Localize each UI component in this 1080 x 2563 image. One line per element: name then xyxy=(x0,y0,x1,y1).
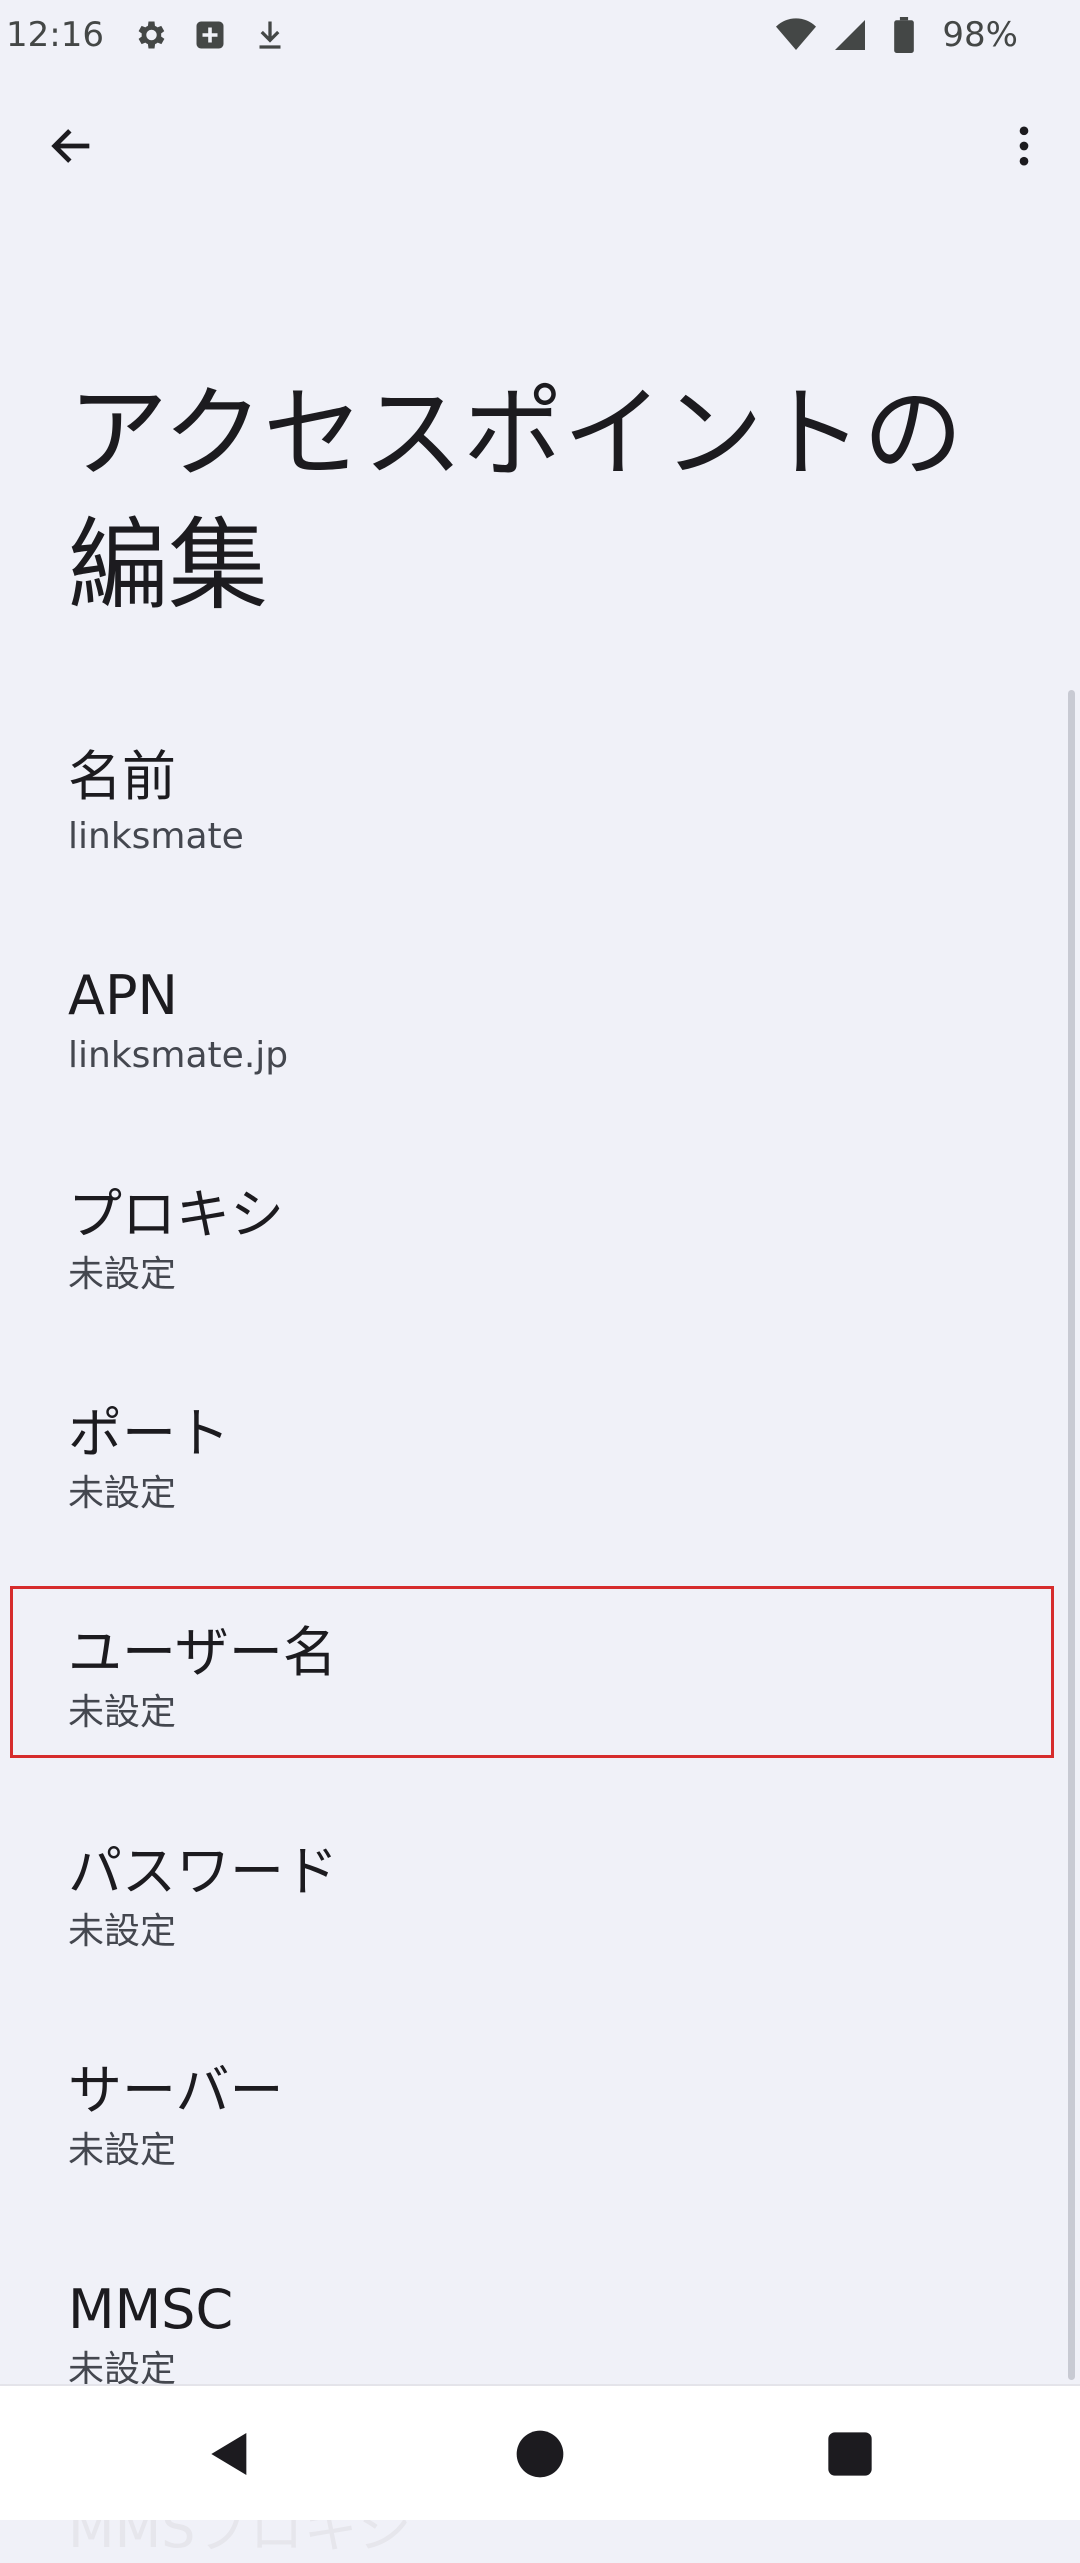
setting-value: 未設定 xyxy=(68,1473,177,1514)
top-app-bar xyxy=(0,96,1080,196)
status-bar: 12:16 98% xyxy=(0,0,1080,70)
more-vert-icon xyxy=(1019,126,1029,166)
page-title: アクセスポイントの 編集 xyxy=(68,368,1028,632)
status-time: 12:16 xyxy=(6,15,104,55)
setting-title: 名前 xyxy=(68,745,176,808)
setting-item-server[interactable]: サーバー 未設定 xyxy=(0,2039,1080,2258)
setting-value: 未設定 xyxy=(68,1254,177,1295)
setting-item-apn[interactable]: APN linksmate.jp xyxy=(0,944,1080,1163)
wifi-icon xyxy=(774,13,818,57)
circle-home-icon xyxy=(516,2430,564,2478)
plus-box-icon xyxy=(188,13,232,57)
settings-list: 名前 linksmate APN linksmate.jp プロキシ 未設定 ポ… xyxy=(0,725,1080,2477)
nav-recents-button[interactable] xyxy=(810,2414,890,2494)
setting-value: 未設定 xyxy=(68,2130,177,2171)
battery-icon xyxy=(882,13,926,57)
setting-value: 未設定 xyxy=(68,1692,177,1733)
setting-title: ユーザー名 xyxy=(68,1621,337,1684)
page-title-line2: 編集 xyxy=(68,507,268,624)
square-recents-icon xyxy=(828,2432,872,2476)
nav-home-button[interactable] xyxy=(500,2414,580,2494)
back-button[interactable] xyxy=(40,114,104,178)
battery-percentage: 98% xyxy=(942,15,1018,55)
setting-title: APN xyxy=(68,964,178,1027)
setting-item-name[interactable]: 名前 linksmate xyxy=(0,725,1080,944)
setting-title: プロキシ xyxy=(68,1183,284,1246)
setting-value: linksmate xyxy=(68,816,244,857)
gear-icon xyxy=(128,13,172,57)
setting-value: 未設定 xyxy=(68,1911,177,1952)
setting-title: ポート xyxy=(68,1402,230,1465)
triangle-back-icon xyxy=(211,2433,247,2475)
setting-title: MMSC xyxy=(68,2278,234,2341)
signal-icon xyxy=(828,13,872,57)
setting-item-proxy[interactable]: プロキシ 未設定 xyxy=(0,1163,1080,1382)
nav-back-button[interactable] xyxy=(190,2414,270,2494)
page-title-line1: アクセスポイントの xyxy=(68,375,963,492)
setting-value: linksmate.jp xyxy=(68,1035,289,1076)
more-options-button[interactable] xyxy=(992,114,1056,178)
download-icon xyxy=(248,13,292,57)
setting-title: パスワード xyxy=(68,1840,338,1903)
setting-item-username[interactable]: ユーザー名 未設定 xyxy=(0,1601,1080,1820)
setting-item-password[interactable]: パスワード 未設定 xyxy=(0,1820,1080,2039)
setting-title: サーバー xyxy=(68,2059,284,2122)
arrow-left-icon xyxy=(51,129,90,163)
navigation-bar xyxy=(0,2384,1080,2520)
setting-item-port[interactable]: ポート 未設定 xyxy=(0,1382,1080,1601)
